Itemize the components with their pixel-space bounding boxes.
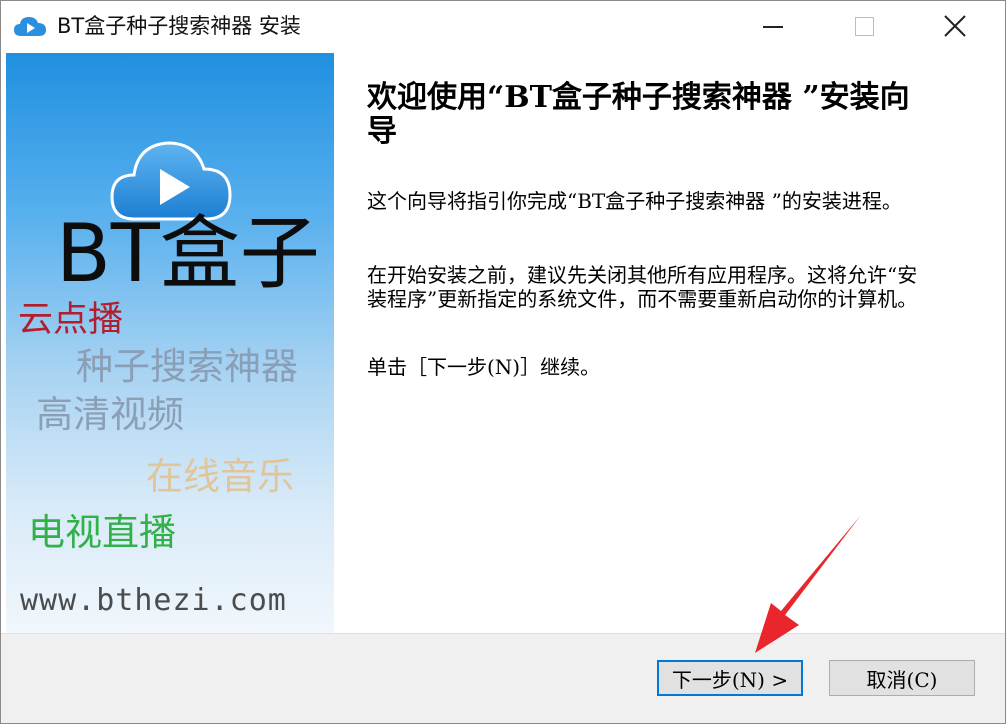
installer-window: BT盒子种子搜索神器 安装 BT盒子 云点播 种子搜索神器 高清视频 在线音乐 … bbox=[0, 0, 1006, 724]
tagline-torrent-search: 种子搜索神器 bbox=[76, 345, 298, 388]
window-title: BT盒子种子搜索神器 安装 bbox=[57, 14, 301, 38]
cancel-button[interactable]: 取消(C) bbox=[829, 660, 975, 696]
next-button[interactable]: 下一步(N) > bbox=[657, 660, 803, 696]
continue-hint: 单击［下一步(N)］继续。 bbox=[367, 355, 601, 379]
page-title: 欢迎使用“BT盒子种子搜索神器 ”安装向导 bbox=[367, 80, 910, 149]
close-icon bbox=[944, 15, 966, 37]
cloud-play-icon bbox=[14, 17, 46, 36]
tagline-online-music: 在线音乐 bbox=[146, 455, 294, 498]
advice-text: 在开始安装之前，建议先关闭其他所有应用程序。这将允许“安装程序”更新指定的系统文… bbox=[367, 263, 918, 311]
side-banner: BT盒子 云点播 种子搜索神器 高清视频 在线音乐 电视直播 www.bthez… bbox=[6, 53, 334, 633]
intro-text: 这个向导将指引你完成“BT盒子种子搜索神器 ”的安装进程。 bbox=[367, 189, 902, 213]
tagline-cloud-play: 云点播 bbox=[18, 300, 124, 340]
minimize-button[interactable] bbox=[745, 1, 801, 51]
website-url: www.bthezi.com bbox=[20, 583, 287, 618]
tagline-tv-live: 电视直播 bbox=[28, 511, 176, 554]
title-bar[interactable]: BT盒子种子搜索神器 安装 bbox=[1, 1, 1005, 51]
close-button[interactable] bbox=[927, 1, 983, 51]
red-arrow-annotation bbox=[755, 515, 861, 653]
tagline-hd-video: 高清视频 bbox=[36, 393, 184, 436]
maximize-button[interactable] bbox=[837, 1, 893, 51]
brand-name: BT盒子 bbox=[56, 207, 320, 300]
welcome-content: 欢迎使用“BT盒子种子搜索神器 ”安装向导 这个向导将指引你完成“BT盒子种子搜… bbox=[367, 80, 947, 380]
